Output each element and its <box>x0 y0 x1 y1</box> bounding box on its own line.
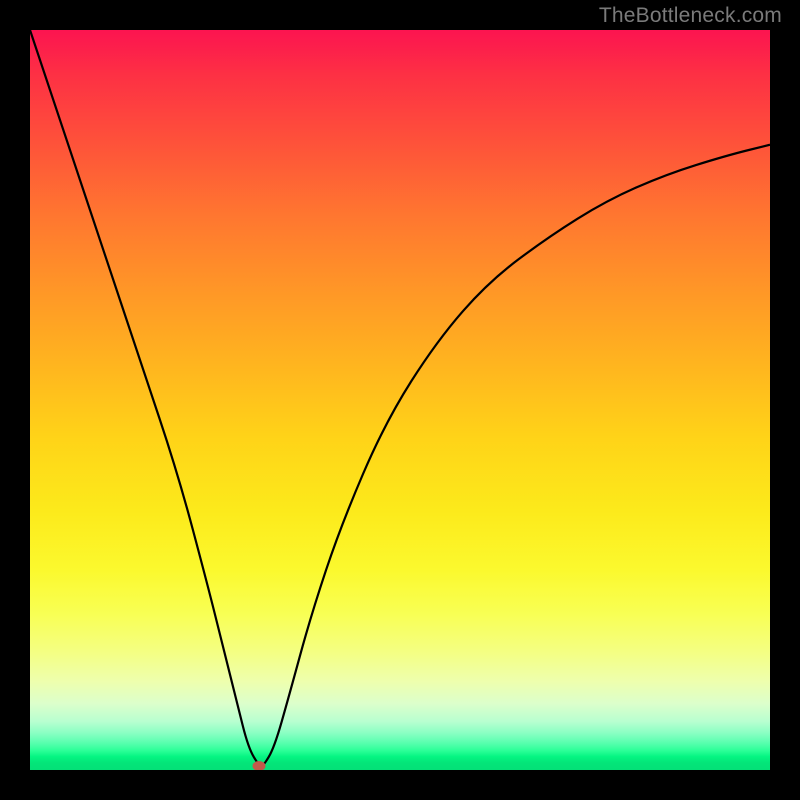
watermark-text: TheBottleneck.com <box>599 4 782 28</box>
optimal-point-marker <box>253 761 266 770</box>
curve-svg <box>30 30 770 770</box>
plot-area <box>30 30 770 770</box>
bottleneck-curve <box>30 30 770 766</box>
